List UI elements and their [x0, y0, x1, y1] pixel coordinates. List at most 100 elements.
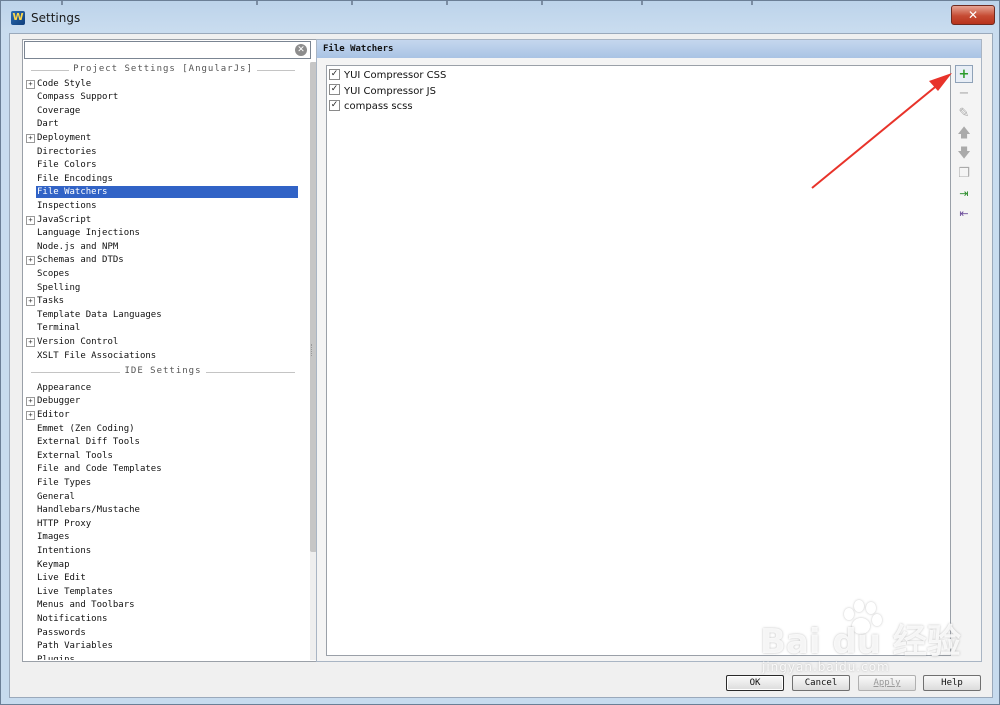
- tree-item-label: Live Edit: [37, 573, 86, 584]
- tree-item[interactable]: File Colors: [36, 159, 97, 171]
- tree-item-label: File Watchers: [36, 186, 298, 199]
- watcher-checkbox[interactable]: ✓: [329, 99, 340, 111]
- tree-item[interactable]: Live Edit: [36, 572, 86, 584]
- expand-icon[interactable]: +: [26, 79, 35, 89]
- tree-item-label: Directories: [37, 146, 97, 157]
- tree-item-label: External Diff Tools: [37, 437, 140, 448]
- tree-item[interactable]: Live Templates: [36, 586, 113, 598]
- tree-item[interactable]: Scopes: [36, 268, 70, 280]
- section-header-label: IDE Settings: [120, 366, 206, 377]
- expand-icon[interactable]: +: [26, 397, 35, 407]
- tree-item[interactable]: + Tasks: [26, 295, 64, 307]
- tree-item[interactable]: Inspections: [36, 200, 97, 212]
- expand-icon[interactable]: +: [26, 297, 35, 307]
- tree-item[interactable]: + Debugger: [26, 395, 81, 407]
- search-input[interactable]: ✕: [24, 41, 311, 59]
- tree-item-label: Terminal: [37, 323, 81, 334]
- tree-item-label: Passwords: [37, 627, 86, 638]
- tree-item-label: JavaScript: [37, 214, 92, 225]
- tree-item-label: Debugger: [37, 396, 81, 407]
- arrow-down-icon[interactable]: 🡇: [955, 145, 973, 163]
- expand-icon[interactable]: +: [26, 411, 35, 420]
- watcher-row[interactable]: ✓ YUI Compressor CSS: [329, 68, 446, 83]
- tree-item[interactable]: HTTP Proxy: [36, 518, 91, 530]
- tree-item[interactable]: Coverage: [36, 105, 80, 117]
- tree-item[interactable]: Node.js and NPM: [36, 241, 118, 253]
- tree-item[interactable]: + Schemas and DTDs: [26, 254, 124, 266]
- watcher-checkbox[interactable]: ✓: [329, 84, 340, 95]
- expand-icon[interactable]: +: [26, 134, 35, 143]
- tree-item[interactable]: Keymap: [36, 559, 70, 571]
- watcher-row[interactable]: ✓ compass scss: [329, 99, 413, 114]
- tree-item[interactable]: General: [36, 491, 75, 503]
- tree-item[interactable]: + Version Control: [26, 336, 118, 348]
- tree-item[interactable]: + Deployment: [26, 132, 91, 144]
- tree-item[interactable]: Template Data Languages: [36, 309, 162, 321]
- watcher-label: YUI Compressor CSS: [344, 70, 447, 81]
- copy-icon[interactable]: ❐: [955, 165, 973, 183]
- tree-item-label: Notifications: [37, 614, 108, 624]
- watermark-url: jingyan.baidu.com: [762, 660, 890, 674]
- tree-item[interactable]: Intentions: [36, 545, 91, 557]
- tree-item[interactable]: File Encodings: [36, 173, 113, 185]
- tree-item-label: Template Data Languages: [37, 309, 162, 320]
- watcher-label: compass scss: [344, 101, 413, 112]
- tree-item-label: Keymap: [37, 559, 70, 570]
- watcher-checkbox[interactable]: ✓: [329, 68, 340, 80]
- tree-item[interactable]: Notifications: [36, 613, 107, 625]
- pencil-icon[interactable]: ✎: [955, 105, 973, 123]
- title-bar: W Settings ✕: [1, 1, 1000, 35]
- tree-item-label: Inspections: [37, 201, 97, 211]
- tree-item-label: Compass Support: [37, 92, 119, 103]
- tree-section-header: Project Settings [AngularJs]: [31, 64, 295, 78]
- tree-item-label: Path Variables: [37, 641, 113, 652]
- tree-item-label: Scopes: [37, 269, 70, 279]
- tree-item[interactable]: File and Code Templates: [36, 463, 162, 475]
- tree-item[interactable]: Passwords: [36, 627, 86, 639]
- panel-splitter[interactable]: [311, 344, 314, 356]
- close-button[interactable]: ✕: [951, 5, 995, 25]
- tree-item[interactable]: Images: [36, 531, 70, 543]
- expand-icon[interactable]: +: [26, 215, 35, 225]
- settings-tree-panel: ✕ Project Settings [AngularJs] + Code Styl…: [22, 39, 320, 662]
- minus-icon[interactable]: −: [955, 85, 973, 103]
- tree-item-label: Live Templates: [37, 586, 113, 597]
- export-icon[interactable]: ⇤: [955, 205, 973, 223]
- tree-item[interactable]: Terminal: [36, 322, 80, 334]
- import-icon[interactable]: ⇥: [955, 185, 973, 203]
- tree-item[interactable]: Handlebars/Mustache: [36, 504, 140, 516]
- arrow-up-icon[interactable]: 🡅: [955, 125, 973, 143]
- tree-item[interactable]: Appearance: [36, 382, 91, 394]
- clear-search-icon[interactable]: ✕: [295, 44, 307, 56]
- tree-item-label: General: [37, 491, 75, 502]
- tree-item[interactable]: XSLT File Associations: [36, 350, 156, 362]
- tree-item[interactable]: + JavaScript: [26, 214, 92, 226]
- tree-item[interactable]: Plugins: [36, 654, 75, 660]
- tree-item-label: Emmet (Zen Coding): [37, 423, 135, 434]
- tree-item[interactable]: + Code Style: [26, 78, 91, 90]
- tree-item[interactable]: Spelling: [36, 282, 80, 294]
- tree-item[interactable]: Language Injections: [36, 227, 140, 239]
- tree-item-label: Dart: [37, 119, 59, 130]
- tree-item[interactable]: Emmet (Zen Coding): [36, 423, 135, 435]
- tree-item[interactable]: External Diff Tools: [36, 436, 140, 448]
- watcher-row[interactable]: ✓ YUI Compressor JS: [329, 84, 436, 99]
- tree-section-header: IDE Settings: [31, 366, 295, 380]
- tree-item[interactable]: File Watchers: [36, 186, 298, 199]
- tree-item-label: External Tools: [37, 450, 113, 461]
- expand-icon[interactable]: +: [26, 338, 35, 347]
- tree-item-label: Handlebars/Mustache: [37, 505, 140, 516]
- panel-title: File Watchers: [317, 40, 981, 58]
- watchers-toolbar: + − ✎ 🡅 🡇 ❐ ⇥ ⇤: [955, 65, 975, 365]
- tree-item[interactable]: File Types: [36, 477, 91, 489]
- tree-item[interactable]: External Tools: [36, 450, 113, 462]
- tree-item[interactable]: Directories: [36, 146, 97, 158]
- tree-item[interactable]: Compass Support: [36, 91, 118, 103]
- tree-item-label: Spelling: [37, 282, 81, 293]
- expand-icon[interactable]: +: [26, 256, 35, 266]
- tree-item[interactable]: Dart: [36, 118, 59, 130]
- plus-icon[interactable]: +: [955, 65, 973, 83]
- tree-item[interactable]: Menus and Toolbars: [36, 599, 135, 611]
- tree-item[interactable]: Path Variables: [36, 640, 113, 652]
- tree-item[interactable]: + Editor: [26, 409, 70, 421]
